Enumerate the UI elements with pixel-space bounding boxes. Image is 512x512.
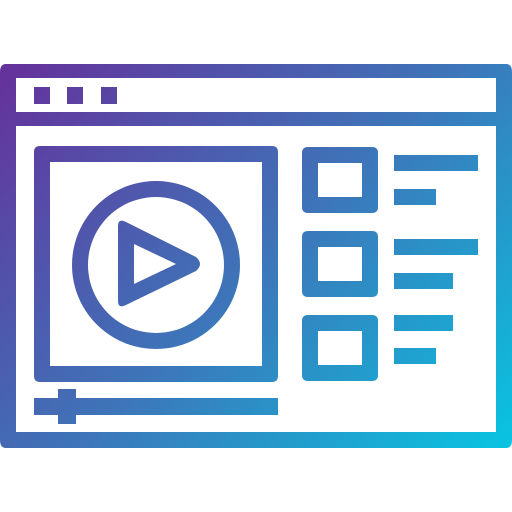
- playlist-line-1-short: [394, 189, 436, 205]
- window-dot-1: [34, 87, 50, 104]
- playlist-line-3-short: [394, 348, 436, 364]
- playlist-thumb-1: [302, 147, 378, 213]
- icon-stage: [0, 0, 512, 512]
- playlist-line-2-long: [394, 239, 478, 255]
- playlist-thumb-2: [302, 231, 378, 297]
- video-player-window-icon: [0, 64, 512, 448]
- playlist-line-3-long: [394, 315, 453, 331]
- play-icon: [118, 220, 200, 307]
- playlist-line-1-long: [394, 155, 478, 171]
- window-dot-3: [101, 87, 117, 104]
- window-dot-2: [67, 87, 83, 104]
- seek-handle: [58, 389, 76, 424]
- playlist-line-2-short: [394, 273, 453, 289]
- playlist-thumb-3: [302, 315, 378, 381]
- play-circle: [72, 181, 241, 349]
